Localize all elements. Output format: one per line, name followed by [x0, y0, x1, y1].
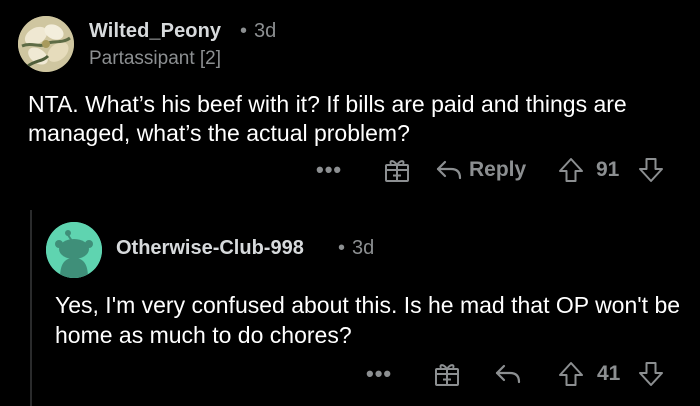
comment-otherwise-club: Otherwise-Club-998 • 3d Yes, I'm very co… [0, 210, 700, 406]
downvote-icon [639, 362, 663, 386]
meta-separator: • [240, 20, 248, 42]
user-flair: Partassipant [2] [89, 48, 222, 69]
comment-body: NTA. What’s his beef with it? If bills a… [28, 91, 627, 146]
user-avatar[interactable] [46, 222, 102, 278]
downvote-icon [639, 158, 663, 182]
upvote-icon [559, 158, 583, 182]
user-avatar[interactable] [18, 16, 74, 72]
vote-count: 91 [596, 158, 620, 181]
vote-count: 41 [597, 362, 621, 385]
comment-wilted-peony: Wilted_Peony • 3d Partassipant [2] NTA. … [0, 0, 700, 210]
gift-icon [385, 160, 409, 182]
award-button[interactable] [433, 356, 461, 392]
downvote-button[interactable] [638, 152, 664, 188]
upvote-button[interactable] [558, 152, 584, 188]
reply-label: Reply [469, 158, 527, 181]
reply-arrow-icon [436, 160, 462, 180]
comment-actions: ••• Reply 91 [0, 152, 700, 188]
more-options-button[interactable]: ••• [366, 356, 392, 392]
flower-avatar-icon [18, 16, 74, 72]
upvote-icon [559, 362, 583, 386]
downvote-button[interactable] [638, 356, 664, 392]
comment-timestamp: 3d [352, 237, 375, 259]
more-icon: ••• [366, 361, 393, 386]
comment-body: Yes, I'm very confused about this. Is he… [55, 292, 681, 348]
snoo-avatar-icon [46, 222, 102, 278]
meta-separator: • [338, 237, 346, 259]
username[interactable]: Wilted_Peony [89, 20, 221, 43]
reply-button[interactable] [494, 356, 522, 392]
reply-button[interactable]: Reply [435, 152, 526, 188]
comment-actions: ••• 41 [0, 356, 700, 392]
username[interactable]: Otherwise-Club-998 [116, 237, 304, 260]
award-button[interactable] [383, 152, 411, 188]
upvote-button[interactable] [558, 356, 584, 392]
more-options-button[interactable]: ••• [316, 152, 342, 188]
gift-icon [435, 364, 459, 386]
reply-arrow-icon [495, 364, 521, 384]
more-icon: ••• [316, 157, 343, 182]
comment-timestamp: 3d [254, 20, 277, 42]
